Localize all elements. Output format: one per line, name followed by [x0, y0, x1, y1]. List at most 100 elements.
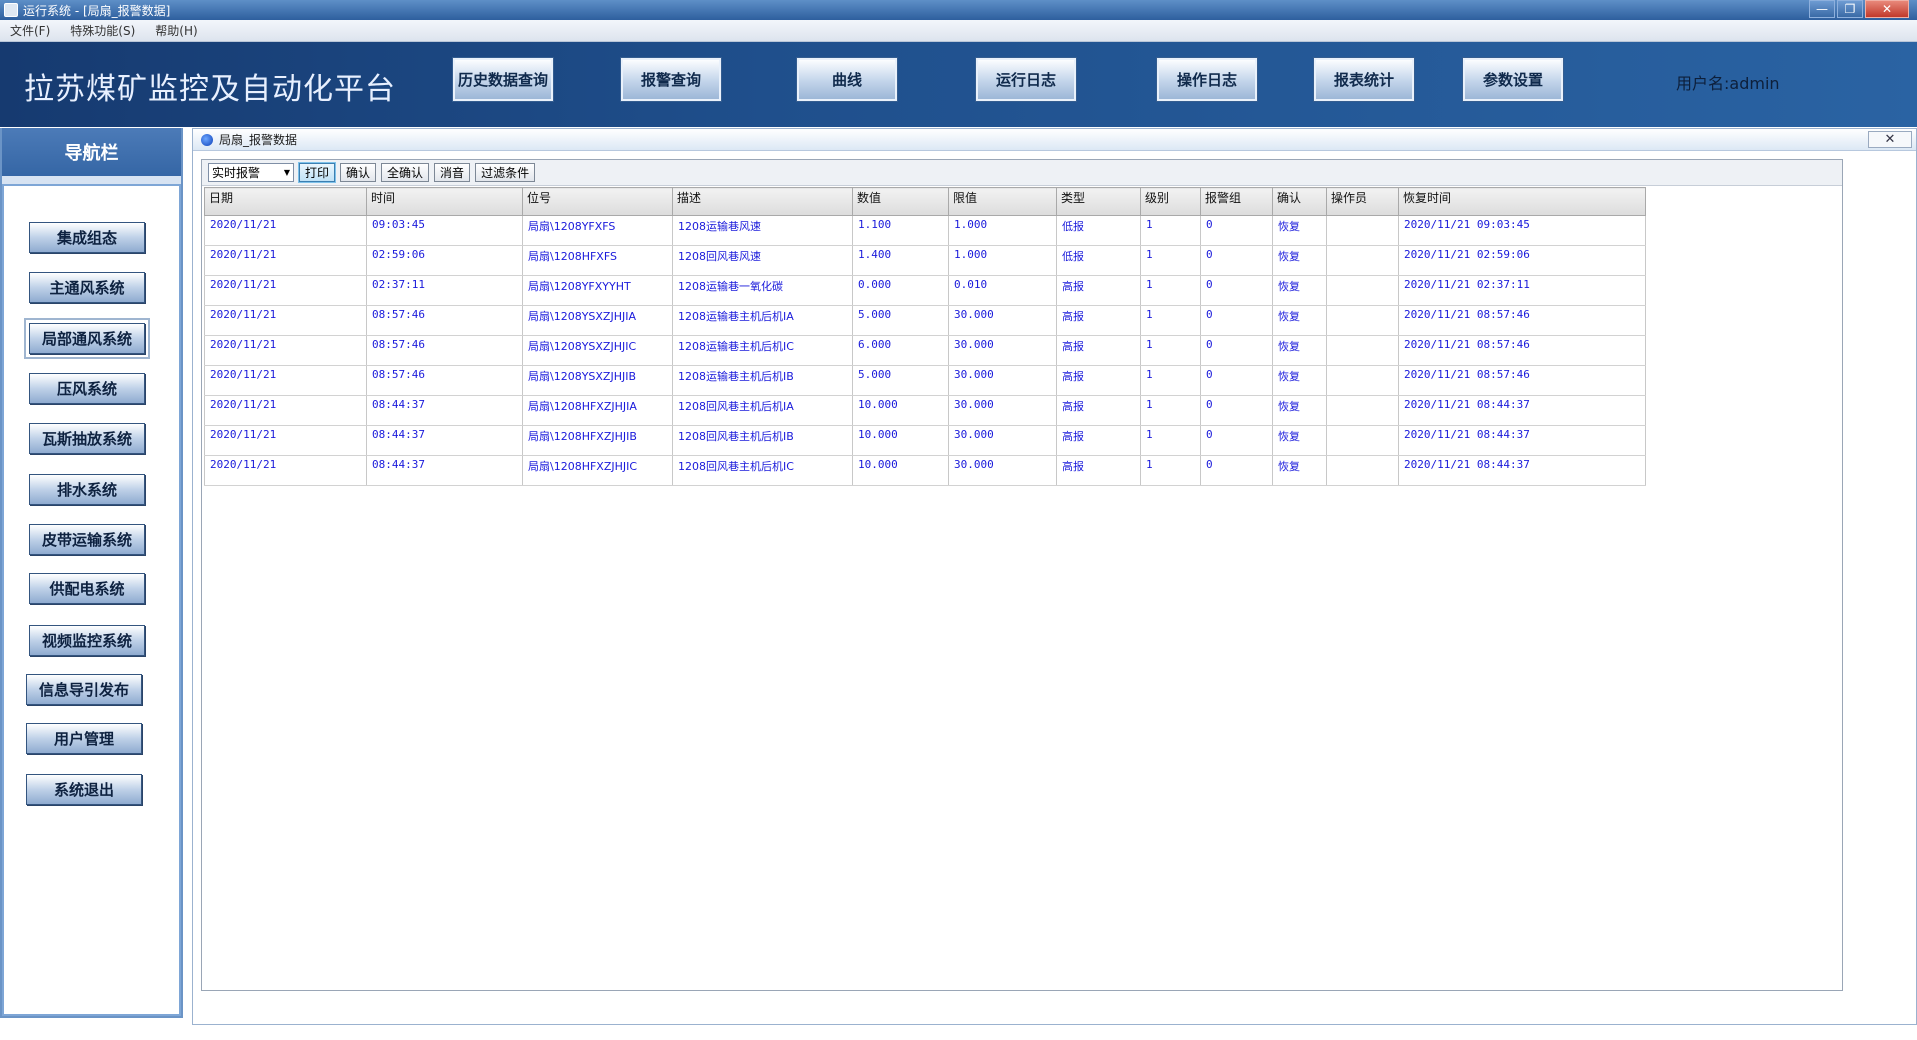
table-cell: 08:57:46 [366, 365, 523, 396]
chevron-down-icon: ▼ [283, 168, 290, 177]
nav-title: 导航栏 [2, 128, 181, 176]
operation-log-button[interactable]: 操作日志 [1156, 57, 1258, 102]
nav-item-user-management[interactable]: 用户管理 [26, 723, 142, 754]
column-label: 确认 [1277, 191, 1302, 205]
table-cell: 高报 [1056, 395, 1141, 426]
nav-item-main-ventilation[interactable]: 主通风系统 [29, 272, 145, 303]
table-row[interactable]: 2020/11/21 08:57:46 局扇\1208YSXZJHJIB 1208运输… [204, 365, 1646, 396]
inner-titlebar: 局扇_报警数据 ✕ [193, 129, 1916, 151]
table-cell: 恢复 [1272, 425, 1327, 456]
column-label: 数值 [857, 191, 882, 205]
alarm-table: 日期 时间 位号 描述 数值 限值 类型 级别 报警组 确认 操作员 恢复时间 … [204, 187, 1646, 486]
column-header-recovery-time[interactable]: 恢复时间 [1398, 187, 1646, 216]
column-header-level[interactable]: 级别 [1140, 187, 1201, 216]
column-header-date[interactable]: 日期 [204, 187, 367, 216]
alarm-type-select[interactable]: 实时报警 ▼ [208, 163, 294, 182]
nav-item-local-ventilation[interactable]: 局部通风系统 [24, 318, 150, 359]
table-cell: 2020/11/21 08:44:37 [1398, 455, 1646, 486]
restore-icon[interactable]: ❐ [1837, 0, 1863, 18]
mute-button[interactable]: 消音 [434, 163, 471, 182]
table-cell: 08:44:37 [366, 455, 523, 486]
table-cell: 2020/11/21 [204, 245, 367, 276]
nav-item-exit[interactable]: 系统退出 [26, 774, 142, 805]
column-header-time[interactable]: 时间 [366, 187, 523, 216]
print-button[interactable]: 打印 [297, 162, 337, 183]
history-query-button[interactable]: 历史数据查询 [452, 57, 554, 102]
table-cell: 高报 [1056, 455, 1141, 486]
nav-item-compressed-air[interactable]: 压风系统 [29, 373, 145, 404]
table-cell: 恢复 [1272, 275, 1327, 306]
column-header-description[interactable]: 描述 [672, 187, 853, 216]
table-cell: 2020/11/21 02:59:06 [1398, 245, 1646, 276]
table-cell: 2020/11/21 08:57:46 [1398, 305, 1646, 336]
column-header-tag[interactable]: 位号 [522, 187, 673, 216]
table-cell: 0 [1200, 245, 1273, 276]
report-stats-button[interactable]: 报表统计 [1313, 57, 1415, 102]
run-log-button[interactable]: 运行日志 [975, 57, 1077, 102]
nav-item-gas-drainage[interactable]: 瓦斯抽放系统 [29, 423, 145, 454]
table-cell [1326, 275, 1399, 306]
close-icon[interactable]: ✕ [1865, 0, 1909, 18]
table-row[interactable]: 2020/11/21 09:03:45 局扇\1208YFXFS 1208运输巷风速 1… [204, 215, 1646, 246]
table-cell [1326, 305, 1399, 336]
table-cell: 5.000 [852, 365, 949, 396]
nav-item-video-monitoring[interactable]: 视频监控系统 [29, 625, 145, 656]
table-row[interactable]: 2020/11/21 02:37:11 局扇\1208YFXYYHT 1208运输巷一… [204, 275, 1646, 306]
table-cell: 2020/11/21 08:44:37 [1398, 395, 1646, 426]
nav-item-integration[interactable]: 集成组态 [29, 222, 145, 253]
table-cell: 30.000 [948, 335, 1057, 366]
table-row[interactable]: 2020/11/21 08:44:37 局扇\1208HFXZJHJIC 1208回风… [204, 455, 1646, 486]
column-header-confirm[interactable]: 确认 [1272, 187, 1327, 216]
confirm-all-button[interactable]: 全确认 [381, 163, 430, 182]
table-cell: 1208运输巷一氧化碳 [672, 275, 853, 306]
table-row[interactable]: 2020/11/21 08:57:46 局扇\1208YSXZJHJIA 1208运输… [204, 305, 1646, 336]
table-cell: 局扇\1208YSXZJHJIB [522, 365, 673, 396]
window-icon [201, 133, 213, 146]
table-cell: 2020/11/21 [204, 455, 367, 486]
parameter-settings-button[interactable]: 参数设置 [1462, 57, 1564, 102]
table-cell: 局扇\1208YFXYYHT [522, 275, 673, 306]
nav-item-drainage[interactable]: 排水系统 [29, 474, 145, 505]
menu-file[interactable]: 文件(F) [0, 22, 60, 39]
table-cell [1326, 245, 1399, 276]
table-cell: 高报 [1056, 275, 1141, 306]
menu-special[interactable]: 特殊功能(S) [60, 22, 145, 39]
alarm-table-header: 日期 时间 位号 描述 数值 限值 类型 级别 报警组 确认 操作员 恢复时间 [204, 187, 1646, 216]
minimize-icon[interactable]: — [1809, 0, 1835, 18]
table-cell: 1208运输巷主机后机IC [672, 335, 853, 366]
nav-item-power-supply[interactable]: 供配电系统 [29, 573, 145, 604]
table-row[interactable]: 2020/11/21 08:57:46 局扇\1208YSXZJHJIC 1208运输… [204, 335, 1646, 366]
table-cell: 局扇\1208YFXFS [522, 215, 673, 246]
table-cell: 高报 [1056, 305, 1141, 336]
column-header-alarm-group[interactable]: 报警组 [1200, 187, 1273, 216]
table-cell: 1.400 [852, 245, 949, 276]
alarm-query-button[interactable]: 报警查询 [620, 57, 722, 102]
confirm-button[interactable]: 确认 [340, 163, 377, 182]
table-row[interactable]: 2020/11/21 08:44:37 局扇\1208HFXZJHJIB 1208回风… [204, 425, 1646, 456]
table-cell: 2020/11/21 [204, 335, 367, 366]
column-header-value[interactable]: 数值 [852, 187, 949, 216]
column-label: 报警组 [1205, 191, 1242, 205]
table-cell: 低报 [1056, 245, 1141, 276]
nav-item-info-guidance[interactable]: 信息导引发布 [26, 674, 142, 705]
table-cell: 恢复 [1272, 365, 1327, 396]
filter-button[interactable]: 过滤条件 [475, 163, 536, 182]
table-cell [1326, 455, 1399, 486]
table-row[interactable]: 2020/11/21 08:44:37 局扇\1208HFXZJHJIA 1208回风… [204, 395, 1646, 426]
table-cell: 30.000 [948, 455, 1057, 486]
column-label: 级别 [1145, 191, 1170, 205]
menu-help[interactable]: 帮助(H) [145, 22, 207, 39]
table-cell: 1 [1140, 335, 1201, 366]
column-header-operator[interactable]: 操作员 [1326, 187, 1399, 216]
curve-button[interactable]: 曲线 [796, 57, 898, 102]
nav-item-belt-transport[interactable]: 皮带运输系统 [29, 524, 145, 555]
table-cell: 0 [1200, 395, 1273, 426]
column-header-type[interactable]: 类型 [1056, 187, 1141, 216]
table-row[interactable]: 2020/11/21 02:59:06 局扇\1208HFXFS 1208回风巷风速 1… [204, 245, 1646, 276]
alarm-table-body: 2020/11/21 09:03:45 局扇\1208YFXFS 1208运输巷风速 1… [204, 215, 1646, 486]
table-cell: 2020/11/21 08:57:46 [1398, 335, 1646, 366]
inner-close-icon[interactable]: ✕ [1868, 131, 1912, 148]
table-cell: 10.000 [852, 395, 949, 426]
column-header-limit[interactable]: 限值 [948, 187, 1057, 216]
column-label: 操作员 [1331, 191, 1368, 205]
